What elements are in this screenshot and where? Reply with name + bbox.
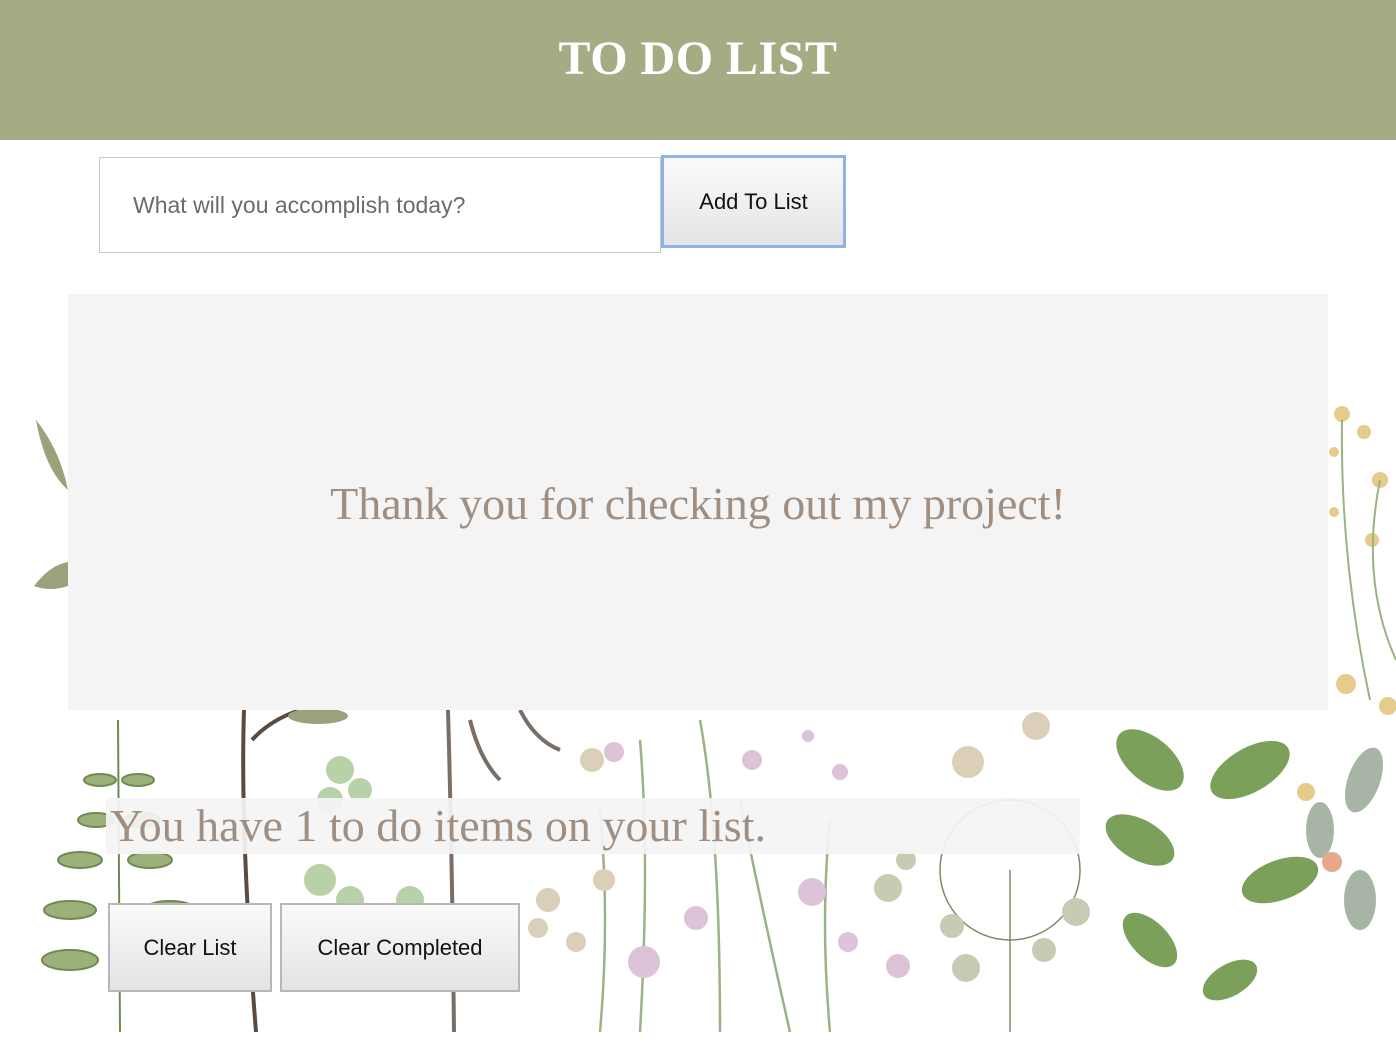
add-to-list-button[interactable]: Add To List: [661, 155, 846, 248]
page-title: TO DO LIST: [558, 31, 838, 85]
todo-input[interactable]: [99, 157, 661, 253]
clear-completed-button[interactable]: Clear Completed: [280, 903, 520, 992]
clear-list-button[interactable]: Clear List: [108, 903, 272, 992]
item-count-text: You have 1 to do items on your list.: [106, 798, 1080, 854]
todo-list-panel: Thank you for checking out my project!: [68, 294, 1328, 710]
list-message: Thank you for checking out my project!: [330, 477, 1066, 529]
app-header: TO DO LIST: [0, 0, 1396, 140]
